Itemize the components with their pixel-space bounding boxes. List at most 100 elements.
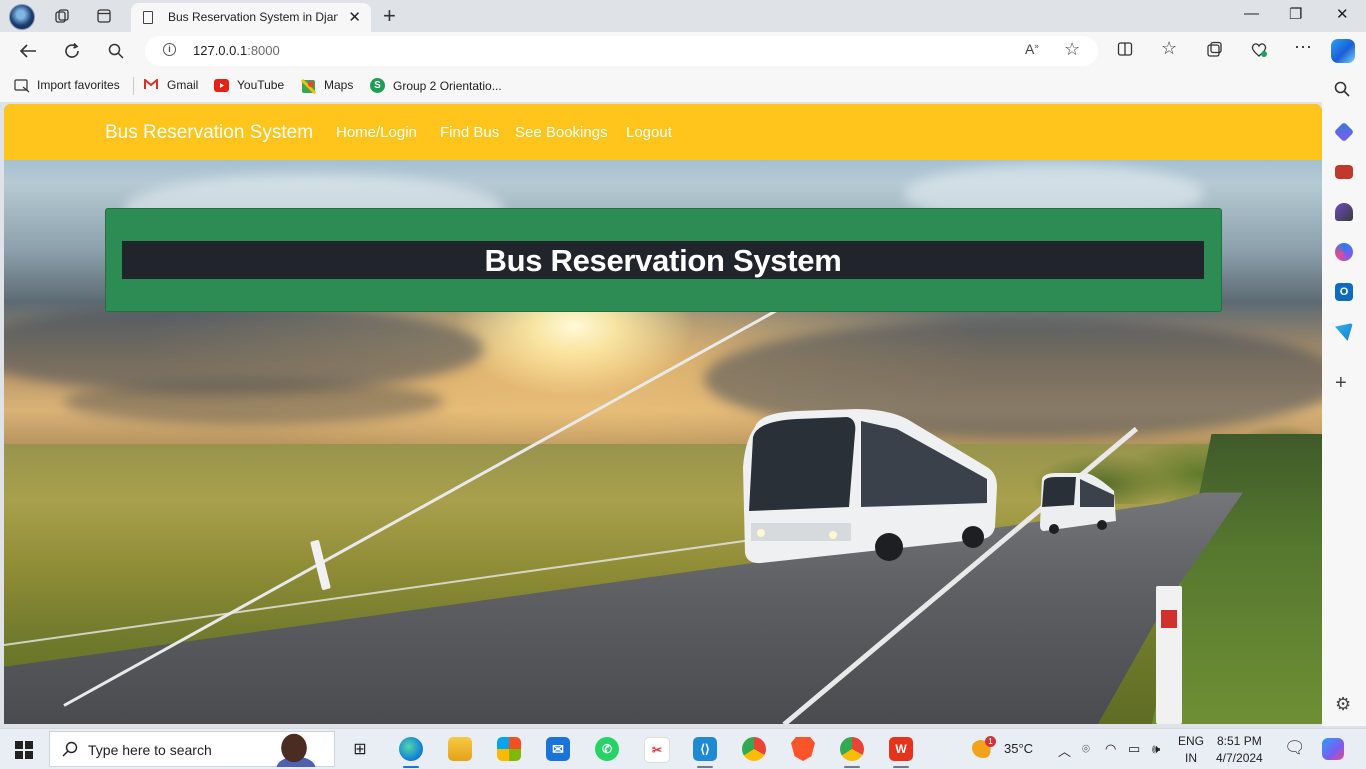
language-code: ENG bbox=[1178, 734, 1205, 748]
meet-now-icon[interactable]: ⌾ bbox=[1082, 741, 1090, 757]
close-tab-icon[interactable]: ✕ bbox=[348, 8, 361, 26]
search-icon bbox=[62, 741, 78, 762]
battery-icon[interactable]: ▭ bbox=[1128, 741, 1140, 757]
favorite-import[interactable]: Import favorites bbox=[14, 78, 120, 92]
mail-icon[interactable]: ✉ bbox=[546, 737, 570, 761]
profile-avatar[interactable] bbox=[9, 4, 35, 30]
favorite-label: Gmail bbox=[167, 78, 199, 92]
favorite-label: Import favorites bbox=[37, 78, 120, 92]
whatsapp-icon[interactable]: ✆ bbox=[595, 737, 619, 761]
sidebar-settings-icon[interactable]: ⚙ bbox=[1335, 694, 1351, 715]
system-clock[interactable]: 8:51 PM 4/7/2024 bbox=[1216, 733, 1263, 767]
workspaces-icon[interactable] bbox=[52, 6, 72, 26]
volume-icon[interactable]: 🕪 bbox=[1152, 741, 1160, 757]
bus-illustration-distant bbox=[1040, 473, 1116, 534]
back-icon[interactable] bbox=[16, 39, 40, 63]
page-viewport: Bus Reservation System Home/Login Find B… bbox=[4, 104, 1322, 724]
search-placeholder: Type here to search bbox=[88, 742, 212, 758]
favorite-youtube[interactable]: YouTube bbox=[214, 78, 284, 92]
gmail-icon bbox=[144, 77, 159, 92]
microsoft-store-icon[interactable] bbox=[497, 737, 521, 761]
games-icon[interactable] bbox=[1335, 203, 1353, 221]
sidebar-search-icon[interactable] bbox=[1334, 81, 1350, 102]
outlook-icon[interactable]: O bbox=[1335, 283, 1353, 301]
favorites-bar: Import favorites Gmail YouTube Maps S Gr… bbox=[0, 70, 1366, 102]
favorite-maps[interactable]: Maps bbox=[300, 78, 354, 94]
navbar-brand[interactable]: Bus Reservation System bbox=[105, 122, 313, 144]
minimize-icon[interactable]: — bbox=[1244, 5, 1259, 22]
favorite-group-orientation[interactable]: S Group 2 Orientatio... bbox=[370, 78, 502, 93]
weather-alert-badge: 1 bbox=[985, 736, 996, 747]
windows-start-icon[interactable] bbox=[15, 741, 33, 759]
youtube-icon bbox=[214, 78, 229, 92]
search-icon[interactable] bbox=[104, 39, 128, 63]
url-text: 127.0.0.1:8000 bbox=[193, 43, 280, 58]
edge-app-icon[interactable] bbox=[399, 737, 423, 761]
copilot-taskbar-icon[interactable] bbox=[1322, 738, 1344, 760]
language-indicator[interactable]: ENG IN bbox=[1178, 733, 1204, 767]
site-info-icon[interactable]: i bbox=[163, 43, 176, 56]
nav-link-see-bookings[interactable]: See Bookings bbox=[515, 124, 608, 141]
favorite-star-icon[interactable]: ☆ bbox=[1064, 39, 1080, 60]
refresh-icon[interactable] bbox=[60, 39, 84, 63]
windows-taskbar: Type here to search ⊞ ✉ ✆ ✂ ⟨⟩ W 1 35°C … bbox=[0, 728, 1366, 769]
tab-actions-icon[interactable] bbox=[94, 6, 114, 26]
language-region: IN bbox=[1185, 751, 1197, 765]
jumbotron: Bus Reservation System bbox=[105, 208, 1222, 312]
drop-send-icon[interactable] bbox=[1335, 323, 1353, 341]
browser-tab-active[interactable]: Bus Reservation System in Django ✕ bbox=[131, 3, 371, 32]
taskbar-search-box[interactable]: Type here to search bbox=[49, 731, 335, 767]
favorites-separator bbox=[133, 77, 134, 95]
address-bar[interactable]: i 127.0.0.1:8000 A» ☆ bbox=[145, 36, 1098, 66]
browser-toolbar: i 127.0.0.1:8000 A» ☆ ☆ ⋯ bbox=[0, 32, 1366, 70]
favorite-label: Group 2 Orientatio... bbox=[393, 78, 502, 93]
collections-icon[interactable] bbox=[1206, 41, 1223, 63]
shopping-tag-icon[interactable] bbox=[1333, 121, 1355, 143]
snipping-tool-icon[interactable]: ✂ bbox=[644, 737, 670, 763]
tools-briefcase-icon[interactable] bbox=[1335, 165, 1353, 179]
nav-link-logout[interactable]: Logout bbox=[626, 124, 672, 141]
jumbotron-title-bar: Bus Reservation System bbox=[122, 241, 1204, 279]
new-tab-icon[interactable]: + bbox=[383, 3, 396, 29]
page-icon bbox=[143, 11, 153, 24]
site-navbar: Bus Reservation System Home/Login Find B… bbox=[4, 104, 1322, 160]
file-explorer-icon[interactable] bbox=[448, 737, 472, 761]
nav-link-home-login[interactable]: Home/Login bbox=[336, 124, 417, 141]
group-icon: S bbox=[370, 78, 385, 93]
notifications-icon[interactable]: 🗨 bbox=[1284, 738, 1306, 758]
vscode-icon[interactable]: ⟨⟩ bbox=[693, 737, 717, 761]
microsoft-365-icon[interactable] bbox=[1335, 243, 1353, 261]
maps-icon bbox=[300, 78, 317, 94]
bus-illustration bbox=[743, 409, 997, 564]
chrome-profile-icon[interactable] bbox=[840, 737, 864, 761]
nav-link-find-bus[interactable]: Find Bus bbox=[440, 124, 499, 141]
clock-time: 8:51 PM bbox=[1217, 734, 1262, 748]
browser-essentials-icon[interactable] bbox=[1250, 41, 1268, 63]
favorite-label: YouTube bbox=[237, 78, 285, 92]
favorite-label: Maps bbox=[324, 78, 354, 92]
clock-date: 4/7/2024 bbox=[1216, 751, 1263, 765]
restore-icon[interactable]: ❐ bbox=[1289, 5, 1302, 23]
cloud-decoration bbox=[64, 379, 444, 424]
copilot-icon[interactable] bbox=[1331, 39, 1355, 63]
favorite-gmail[interactable]: Gmail bbox=[144, 77, 199, 92]
brave-icon[interactable] bbox=[791, 737, 815, 761]
wps-office-icon[interactable]: W bbox=[889, 737, 913, 761]
favorites-icon[interactable]: ☆ bbox=[1161, 38, 1177, 59]
weather-temp[interactable]: 35°C bbox=[1004, 741, 1033, 756]
road-post bbox=[1156, 586, 1182, 724]
url-port: :8000 bbox=[247, 43, 280, 58]
wifi-icon[interactable]: ◠ bbox=[1105, 741, 1116, 757]
sidebar-add-icon[interactable]: + bbox=[1335, 372, 1347, 395]
window-close-icon[interactable]: ✕ bbox=[1336, 5, 1349, 23]
edge-sidebar: O + ⚙ bbox=[1322, 70, 1366, 726]
chrome-icon[interactable] bbox=[742, 737, 766, 761]
split-screen-icon[interactable] bbox=[1117, 41, 1133, 62]
search-highlight-illustration bbox=[266, 732, 328, 767]
tab-title: Bus Reservation System in Django bbox=[168, 10, 338, 24]
task-view-icon[interactable]: ⊞ bbox=[348, 737, 372, 761]
show-hidden-icons-icon[interactable]: ︿ bbox=[1058, 741, 1071, 760]
browser-tab-strip: Bus Reservation System in Django ✕ + — ❐… bbox=[0, 0, 1366, 32]
read-aloud-icon[interactable]: A» bbox=[1025, 41, 1039, 57]
more-options-icon[interactable]: ⋯ bbox=[1294, 37, 1312, 58]
